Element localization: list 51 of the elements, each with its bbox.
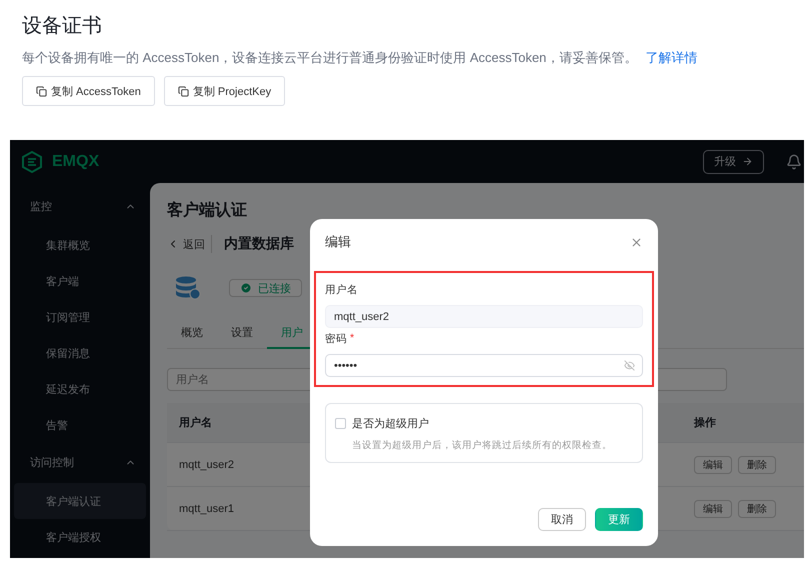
sidebar-item[interactable]: 客户端认证 (14, 483, 146, 519)
section-title: 客户端认证 (167, 200, 248, 221)
check-circle-icon (240, 282, 252, 294)
row-action-button[interactable]: 删除 (738, 500, 776, 518)
required-mark: * (350, 332, 354, 346)
status-badge: 已连接 (229, 279, 302, 297)
row-action-button[interactable]: 编辑 (694, 456, 732, 474)
copy-button[interactable]: 复制 AccessToken (22, 76, 155, 106)
eye-off-icon[interactable] (624, 360, 635, 371)
copy-icon (36, 86, 47, 96)
row-action-button[interactable]: 编辑 (694, 500, 732, 518)
sidebar-item[interactable]: 订阅管理 (14, 299, 146, 335)
hexagon-logo-icon (20, 150, 44, 174)
sidebar-item[interactable]: 客户端 (14, 263, 146, 299)
table-cell: mqtt_user1 (179, 502, 234, 514)
arrow-right-icon (742, 156, 753, 167)
bell-icon[interactable] (786, 154, 802, 170)
tab[interactable]: 概览 (167, 325, 217, 349)
learn-more-link[interactable]: 了解详情 (645, 50, 698, 65)
password-field[interactable]: •••••• (325, 354, 643, 377)
sidebar-group[interactable]: 监控 (10, 191, 150, 221)
source-title: 内置数据库 (211, 235, 294, 253)
page-title: 设备证书 (22, 14, 103, 39)
sidebar-item[interactable]: 集群概览 (14, 227, 146, 263)
table-cell: mqtt_user2 (179, 458, 234, 470)
database-icon (175, 275, 201, 301)
checkbox-label: 是否为超级用户 (352, 416, 429, 431)
close-icon[interactable] (630, 236, 643, 248)
tab[interactable]: 设置 (217, 325, 267, 349)
column-header: 操作 (694, 416, 716, 430)
field-label: 用户名 (325, 283, 358, 297)
username-field[interactable]: mqtt_user2 (325, 305, 643, 328)
copy-icon (178, 86, 189, 96)
sidebar-item[interactable]: 客户端授权 (14, 519, 146, 555)
column-header: 用户名 (179, 416, 212, 430)
dialog-title: 编辑 (325, 233, 351, 251)
upgrade-button[interactable]: 升级 (703, 150, 764, 174)
sidebar-item[interactable]: 保留消息 (14, 335, 146, 371)
back-link[interactable]: 返回 (167, 236, 205, 252)
copy-button[interactable]: 复制 ProjectKey (164, 76, 286, 106)
row-action-button[interactable]: 删除 (738, 456, 776, 474)
description-text: 每个设备拥有唯一的 AccessToken，设备连接云平台进行普通身份验证时使用 AccessToken，请妥善保管。 (22, 50, 638, 65)
field-label: 密码 (325, 332, 347, 346)
sidebar-item[interactable]: 告警 (14, 407, 146, 443)
sidebar-group[interactable]: 访问控制 (10, 447, 150, 477)
cancel-button[interactable]: 取消 (538, 508, 586, 531)
update-button[interactable]: 更新 (595, 508, 643, 531)
help-text: 当设置为超级用户后，该用户将跳过后续所有的权限检查。 (352, 439, 613, 452)
checkbox[interactable] (335, 418, 346, 429)
logo-text: EMQX (52, 152, 100, 170)
sidebar-item[interactable]: 延迟发布 (14, 371, 146, 407)
